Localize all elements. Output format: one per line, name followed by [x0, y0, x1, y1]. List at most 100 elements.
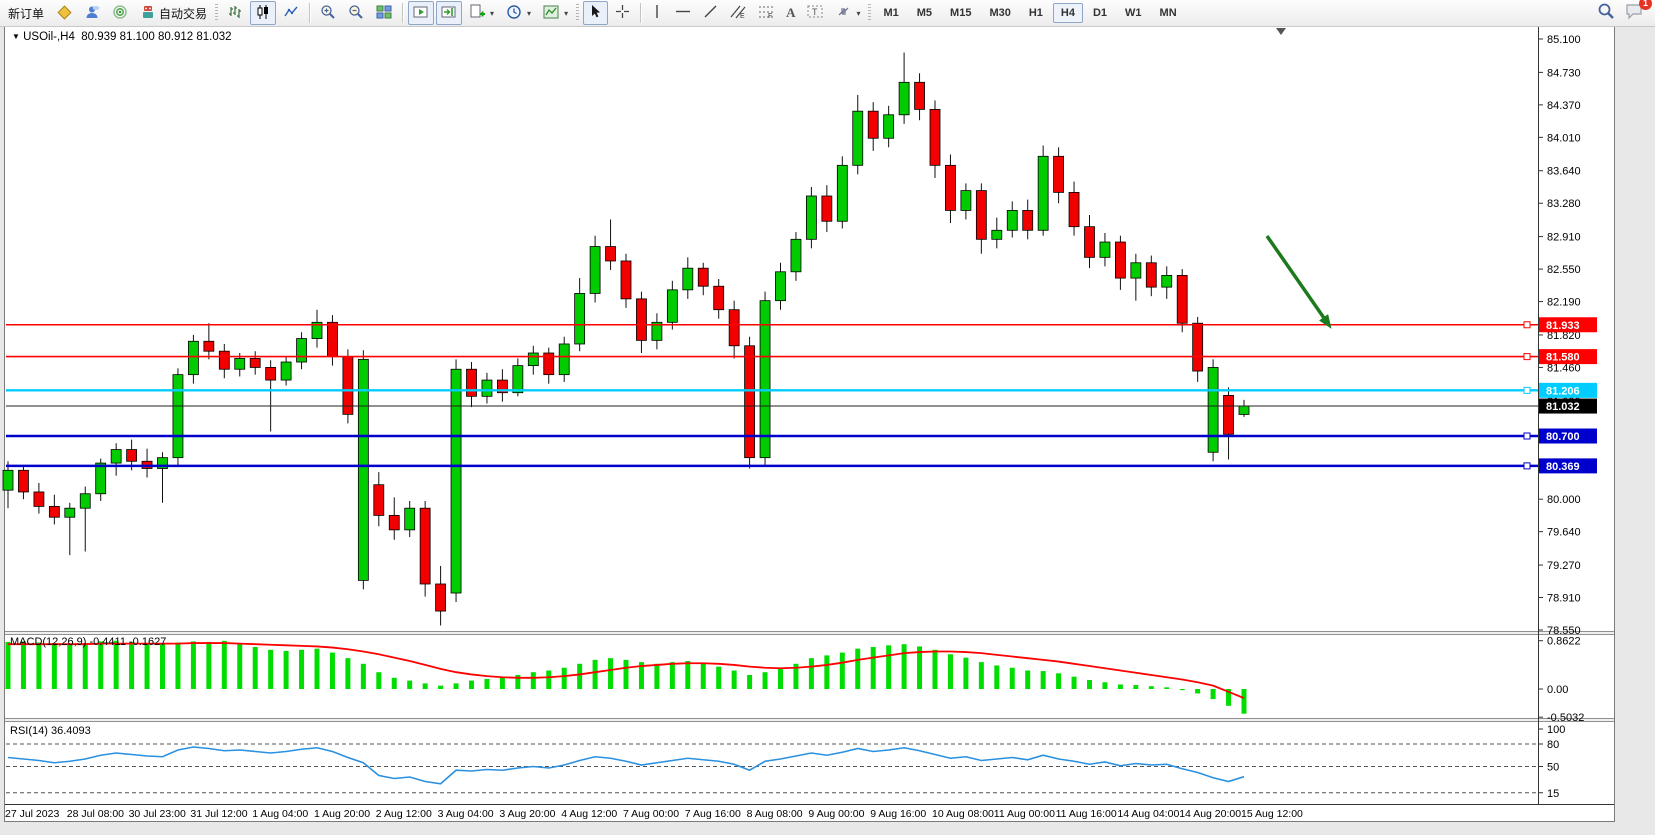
profiles-button[interactable]: ▾	[501, 1, 536, 25]
main-toolbar: 新订单 自动交易 ▾ ▾	[0, 0, 1655, 27]
svg-text:11 Aug 00:00: 11 Aug 00:00	[994, 808, 1055, 820]
svg-text:31 Jul 12:00: 31 Jul 12:00	[190, 808, 247, 820]
cursor-tool-button[interactable]	[583, 1, 608, 25]
arrows-tool-button[interactable]: ▾	[830, 1, 865, 25]
timeframe-h4[interactable]: H4	[1053, 3, 1083, 23]
svg-text:8 Aug 08:00: 8 Aug 08:00	[747, 808, 803, 820]
svg-text:81.206: 81.206	[1546, 385, 1580, 397]
vertical-line-icon	[651, 4, 663, 22]
svg-text:3 Aug 20:00: 3 Aug 20:00	[499, 808, 555, 820]
zoom-out-icon	[348, 4, 364, 23]
svg-text:11 Aug 16:00: 11 Aug 16:00	[1056, 808, 1117, 820]
svg-text:30 Jul 23:00: 30 Jul 23:00	[129, 808, 186, 820]
svg-text:14 Aug 20:00: 14 Aug 20:00	[1179, 808, 1241, 820]
search-icon[interactable]	[1597, 2, 1615, 25]
timeframe-d1[interactable]: D1	[1085, 3, 1115, 23]
trendline-icon	[703, 4, 718, 22]
svg-text:3 Aug 04:00: 3 Aug 04:00	[438, 808, 494, 820]
svg-text:83.640: 83.640	[1547, 166, 1581, 178]
toolbar-grip	[215, 4, 218, 22]
svg-text:79.270: 79.270	[1547, 560, 1581, 572]
new-order-button[interactable]: 新订单	[3, 1, 49, 25]
chart-shift-button[interactable]	[436, 1, 462, 25]
svg-text:T: T	[812, 7, 818, 17]
templates-button[interactable]: ▾	[538, 1, 573, 25]
auto-scroll-icon	[413, 4, 429, 23]
svg-text:0.8622: 0.8622	[1547, 636, 1581, 648]
chart-canvas[interactable]: 85.10084.73084.37084.01083.64083.28082.9…	[0, 26, 1655, 835]
fibonacci-tool-button[interactable]: F	[753, 1, 779, 25]
timeframe-m1[interactable]: M1	[875, 3, 906, 23]
crosshair-tool-button[interactable]	[610, 1, 635, 25]
signals-button[interactable]	[107, 1, 133, 25]
svg-text:81.933: 81.933	[1546, 320, 1580, 332]
person-cloud-icon	[84, 4, 100, 23]
svg-text:81.460: 81.460	[1547, 362, 1581, 374]
svg-text:80.000: 80.000	[1547, 494, 1581, 506]
svg-text:82.550: 82.550	[1547, 264, 1581, 276]
svg-text:15 Aug 12:00: 15 Aug 12:00	[1241, 808, 1303, 820]
toolbar-grip	[576, 4, 579, 22]
chevron-down-icon: ▾	[564, 9, 568, 18]
channel-tool-button[interactable]: E	[725, 1, 751, 25]
symbol-period-label: USOil-,H4	[23, 31, 75, 43]
zoom-in-button[interactable]	[315, 1, 341, 25]
chart-shift-icon	[441, 4, 457, 23]
chart-template-icon	[543, 4, 559, 23]
line-chart-icon	[283, 4, 299, 23]
auto-scroll-button[interactable]	[408, 1, 434, 25]
new-order-label: 新订单	[8, 5, 44, 22]
svg-text:84.730: 84.730	[1547, 67, 1581, 79]
autotrade-button[interactable]: 自动交易	[135, 1, 212, 25]
timeframe-w1[interactable]: W1	[1117, 3, 1150, 23]
zoom-in-icon	[320, 4, 336, 23]
symbol-dropdown-icon[interactable]: ▼	[12, 32, 20, 41]
timeframe-h1[interactable]: H1	[1021, 3, 1051, 23]
svg-text:9 Aug 00:00: 9 Aug 00:00	[808, 808, 864, 820]
notifications-button[interactable]: 1	[1625, 2, 1645, 25]
svg-text:78.910: 78.910	[1547, 593, 1581, 605]
svg-text:4 Aug 12:00: 4 Aug 12:00	[561, 808, 617, 820]
timeframe-mn[interactable]: MN	[1152, 3, 1185, 23]
svg-text:7 Aug 00:00: 7 Aug 00:00	[623, 808, 679, 820]
svg-text:82.910: 82.910	[1547, 232, 1581, 244]
candlestick-chart-type-button[interactable]	[250, 1, 276, 25]
timeframe-m30[interactable]: M30	[981, 3, 1018, 23]
svg-text:15: 15	[1547, 788, 1559, 800]
svg-text:F: F	[768, 13, 772, 19]
vertical-line-tool-button[interactable]	[646, 1, 668, 25]
svg-text:14 Aug 04:00: 14 Aug 04:00	[1117, 808, 1179, 820]
community-button[interactable]	[79, 1, 105, 25]
ohlc-values-label: 80.939 81.100 80.912 81.032	[81, 31, 231, 43]
line-chart-type-button[interactable]	[278, 1, 304, 25]
equidistant-channel-icon: E	[730, 4, 746, 22]
text-label-tool-button[interactable]: T	[802, 1, 828, 25]
svg-text:50: 50	[1547, 762, 1559, 774]
toolbar-right-group: 1	[1597, 2, 1645, 25]
tile-windows-button[interactable]	[371, 1, 397, 25]
svg-text:E: E	[740, 13, 745, 19]
trendline-tool-button[interactable]	[698, 1, 723, 25]
macd-indicator-label: MACD(12,26,9) -0.4411 -0.1627	[10, 636, 166, 648]
mql-market-button[interactable]	[51, 1, 77, 25]
svg-text:80: 80	[1547, 739, 1559, 751]
svg-text:27 Jul 2023: 27 Jul 2023	[5, 808, 59, 820]
time-axis[interactable]: 27 Jul 202328 Jul 08:0030 Jul 23:0031 Ju…	[5, 808, 1303, 820]
svg-text:7 Aug 16:00: 7 Aug 16:00	[685, 808, 741, 820]
svg-text:80.700: 80.700	[1546, 431, 1580, 443]
robot-icon	[140, 4, 156, 23]
chart-window: 85.10084.73084.37084.01083.64083.28082.9…	[0, 26, 1655, 835]
svg-text:85.100: 85.100	[1547, 34, 1581, 46]
timeframe-m15[interactable]: M15	[942, 3, 979, 23]
text-tool-button[interactable]: A	[781, 1, 800, 25]
text-a-icon: A	[786, 5, 795, 21]
svg-text:-0.5032: -0.5032	[1547, 712, 1584, 724]
timeframe-m5[interactable]: M5	[909, 3, 940, 23]
chart-title: ▼ USOil-,H4 80.939 81.100 80.912 81.032	[12, 31, 232, 43]
new-chart-button[interactable]: ▾	[464, 1, 499, 25]
bar-chart-type-button[interactable]	[222, 1, 248, 25]
svg-text:1 Aug 04:00: 1 Aug 04:00	[252, 808, 308, 820]
timeframe-group: M1M5M15M30H1H4D1W1MN	[874, 3, 1185, 23]
zoom-out-button[interactable]	[343, 1, 369, 25]
horizontal-line-tool-button[interactable]	[670, 1, 696, 25]
